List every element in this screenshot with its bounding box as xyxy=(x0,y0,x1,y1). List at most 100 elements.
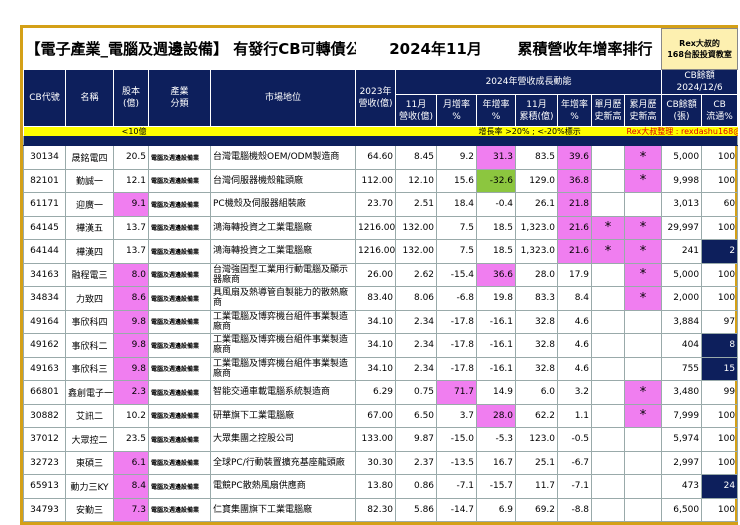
cell-capital: 9.8 xyxy=(113,356,149,381)
cell-cbpct: 15 xyxy=(701,356,739,381)
cell-mhigh xyxy=(591,286,626,311)
cell-nov: 5.86 xyxy=(395,497,438,522)
cell-rev2023: 6.29 xyxy=(355,380,397,405)
cell-cumyoy: 21.8 xyxy=(557,192,593,217)
badge-line-2: 168台股投資教室 xyxy=(667,50,732,59)
cell-mom: -17.8 xyxy=(436,356,478,381)
cell-name: 融程電三 xyxy=(65,262,114,287)
cell-cum: 32.8 xyxy=(515,333,559,358)
cell-cumyoy: 4.6 xyxy=(557,356,593,381)
cell-position: 工業電腦及博弈機台組件事業製造廠商 xyxy=(209,356,357,381)
cell-cum: 62.2 xyxy=(515,403,559,428)
cell-cum: 25.1 xyxy=(515,450,559,475)
cell-rev2023: 1216.00 xyxy=(355,239,397,264)
cell-cumyoy: 17.9 xyxy=(557,262,593,287)
header-yoy: 年增率 % xyxy=(476,94,517,127)
cell-capital: 20.5 xyxy=(113,145,149,170)
cell-name: 事欣科二 xyxy=(65,333,114,358)
cell-cbbal: 29,997 xyxy=(661,215,703,240)
cell-mom: 9.2 xyxy=(436,145,478,170)
cell-yoy: 19.8 xyxy=(476,286,517,311)
cell-nov: 12.10 xyxy=(395,168,438,193)
cell-name: 晟銘電四 xyxy=(65,145,114,170)
cell-category: 電腦及週邊設備業 xyxy=(148,333,211,358)
cell-capital: 8.0 xyxy=(113,262,149,287)
table-row: 65913 動力三KY 8.4 電腦及週邊設備業 電競PC散熱風扇供應商 13.80 0.8… xyxy=(23,474,739,499)
table-row: 34793 安勤三 7.3 電腦及週邊設備業 仁寶集團旗下工業電腦廠 82.30 5.86-… xyxy=(23,497,739,522)
cell-cbbal: 6,500 xyxy=(661,497,703,522)
cell-name: 勤誠一 xyxy=(65,168,114,193)
cell-capital: 8.4 xyxy=(113,474,149,499)
cell-cbpct: 24 xyxy=(701,474,739,499)
cell-chigh: * xyxy=(624,380,663,405)
cell-cumyoy: 4.6 xyxy=(557,309,593,334)
cell-cbbal: 9,998 xyxy=(661,168,703,193)
cell-cum: 32.8 xyxy=(515,356,559,381)
cell-cbbal: 241 xyxy=(661,239,703,264)
cell-yoy: 18.5 xyxy=(476,215,517,240)
cell-mhigh xyxy=(591,262,626,287)
cell-name: 事欣科三 xyxy=(65,356,114,381)
cell-cum: 11.7 xyxy=(515,474,559,499)
cell-chigh: * xyxy=(624,239,663,264)
cell-cumyoy: 21.6 xyxy=(557,215,593,240)
table-row: 30134 晟銘電四 20.5 電腦及週邊設備業 台灣電腦機殼OEM/ODM製造商 64.… xyxy=(23,145,739,170)
report-period: 2024年11月 xyxy=(389,40,482,59)
cell-name: 艾訊二 xyxy=(65,403,114,428)
cell-mom: 15.6 xyxy=(436,168,478,193)
cell-code: 82101 xyxy=(23,168,66,193)
cell-position: PC機殼及伺服器組裝廠 xyxy=(209,192,357,217)
report-ranking: 累積營收年增率排行 xyxy=(517,40,653,59)
cell-cbbal: 3,480 xyxy=(661,380,703,405)
cell-chigh xyxy=(624,192,663,217)
cell-yoy: -32.6 xyxy=(476,168,517,193)
cell-capital: 8.6 xyxy=(113,286,149,311)
cell-cumyoy: -8.8 xyxy=(557,497,593,522)
cell-cbpct: 2 xyxy=(701,239,739,264)
cell-category: 電腦及週邊設備業 xyxy=(148,474,211,499)
cell-position: 具風扇及熱導管自製能力的散熱廠商 xyxy=(209,286,357,311)
header-cb-pct: CB 流通% xyxy=(701,94,739,127)
report-frame: 【電子產業_電腦及週邊設備】 有發行CB可轉債公司 2024年11月 累積營收年… xyxy=(20,25,739,525)
cell-nov: 9.87 xyxy=(395,427,438,452)
cell-cbbal: 2,000 xyxy=(661,286,703,311)
cell-cum: 28.0 xyxy=(515,262,559,287)
cell-rev2023: 112.00 xyxy=(355,168,397,193)
cell-cumyoy: -7.1 xyxy=(557,474,593,499)
cell-yoy: -0.4 xyxy=(476,192,517,217)
cell-position: 研華旗下工業電腦廠 xyxy=(209,403,357,428)
cell-cbbal: 5,974 xyxy=(661,427,703,452)
cell-yoy: -16.1 xyxy=(476,309,517,334)
cell-rev2023: 30.30 xyxy=(355,450,397,475)
cell-name: 樺漢五 xyxy=(65,215,114,240)
cell-mhigh xyxy=(591,474,626,499)
cell-name: 動力三KY xyxy=(65,474,114,499)
cell-mhigh xyxy=(591,497,626,522)
cell-mom: -15.4 xyxy=(436,262,478,287)
cell-category: 電腦及週邊設備業 xyxy=(148,427,211,452)
cell-code: 34793 xyxy=(23,497,66,522)
cell-cbpct: 8 xyxy=(701,333,739,358)
table-row: 34163 融程電三 8.0 電腦及週邊設備業 台灣強固型工業用行動電腦及顯示器廠商 26… xyxy=(23,262,739,287)
cell-name: 安勤三 xyxy=(65,497,114,522)
cell-yoy: 28.0 xyxy=(476,403,517,428)
cell-position: 台灣電腦機殼OEM/ODM製造商 xyxy=(209,145,357,170)
header-month-high: 單月歷 史新高 xyxy=(591,94,626,127)
cell-nov: 8.06 xyxy=(395,286,438,311)
cell-cbpct: 97 xyxy=(701,309,739,334)
cell-cum: 6.0 xyxy=(515,380,559,405)
cell-cbpct: 100 xyxy=(701,168,739,193)
cell-mhigh xyxy=(591,192,626,217)
cell-code: 49162 xyxy=(23,333,66,358)
cell-category: 電腦及週邊設備業 xyxy=(148,450,211,475)
cell-rev2023: 67.00 xyxy=(355,403,397,428)
cell-chigh: * xyxy=(624,168,663,193)
cell-yoy: -15.7 xyxy=(476,474,517,499)
cell-code: 30134 xyxy=(23,145,66,170)
legend-small-cap: <10億 xyxy=(23,126,149,136)
cell-capital: 10.2 xyxy=(113,403,149,428)
brand-badge: Rex大叔的 168台股投資教室 xyxy=(661,28,739,70)
cell-yoy: 6.9 xyxy=(476,497,517,522)
cell-mhigh xyxy=(591,450,626,475)
cell-yoy: -16.1 xyxy=(476,333,517,358)
